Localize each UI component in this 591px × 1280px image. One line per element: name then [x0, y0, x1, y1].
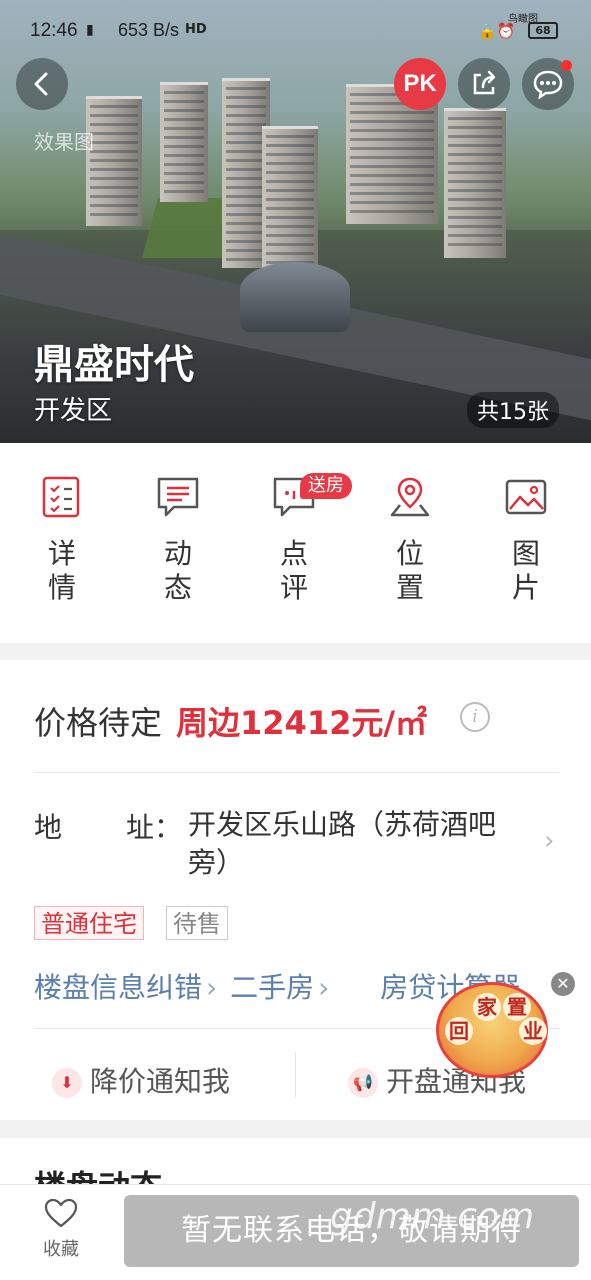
message-button[interactable] [522, 58, 574, 110]
status-bar: 12:46 ▮ 653 B/s HD 鸟瞰图 🔒⏰ 68 [0, 0, 591, 60]
address-value[interactable]: 开发区乐山路（苏荷酒吧旁） [188, 806, 533, 882]
nav-item-news[interactable]: 动态 [138, 475, 218, 605]
unread-dot [561, 60, 572, 71]
divider [295, 1052, 296, 1098]
hero-mall [240, 262, 350, 332]
price-label: 价格待定 [34, 704, 163, 742]
back-button[interactable] [16, 58, 68, 110]
share-icon [473, 70, 496, 95]
photo-count-badge[interactable]: 共15张 [467, 392, 559, 428]
home-purchase-promo[interactable]: 回 家 置 业 [436, 982, 548, 1078]
battery-icon: 68 [528, 22, 558, 39]
detail-list-icon [42, 476, 80, 518]
link-second-hand[interactable]: 二手房 [230, 971, 314, 1004]
tag-property-type: 普通住宅 [34, 906, 144, 940]
heart-icon [44, 1198, 78, 1228]
project-name: 鼎盛时代 [34, 342, 194, 388]
price-value: 周边12412元/㎡ [176, 704, 428, 742]
nav-label: 点评 [279, 537, 308, 604]
hd-icon: HD [185, 22, 207, 37]
hero-tower [262, 126, 318, 276]
link-info-correction[interactable]: 楼盘信息纠错 [34, 971, 202, 1004]
chat-bubble-icon [533, 70, 563, 99]
lock-alarm-icon: 🔒⏰ [478, 22, 516, 40]
divider [34, 772, 559, 773]
promo-badge: 送房 [300, 473, 352, 499]
chevron-right-icon[interactable]: › [544, 826, 554, 856]
price-drop-notify-button[interactable]: ⬇ 降价通知我 [52, 1060, 230, 1100]
status-time: 12:46 [30, 20, 78, 41]
nav-item-photos[interactable]: 图片 [486, 475, 566, 605]
image-icon [505, 479, 547, 515]
tag-sale-status: 待售 [166, 906, 228, 940]
nav-label: 图片 [511, 537, 540, 604]
megaphone-icon: 📢 [348, 1068, 378, 1098]
signal-icon: ▮ [86, 22, 94, 38]
hero-tower [86, 96, 142, 226]
location-pin-icon [390, 477, 430, 517]
watermark: gdmm.com [330, 1196, 535, 1237]
district-label: 开发区 [34, 396, 113, 426]
nav-label: 详情 [47, 537, 76, 604]
network-speed: 653 B/s [118, 20, 180, 40]
pk-compare-button[interactable]: PK [394, 58, 446, 110]
close-icon[interactable]: ✕ [551, 972, 575, 996]
quick-nav: 详情 动态 点评 位置 图片 送房 [0, 443, 591, 643]
chevron-right-icon: › [206, 971, 218, 1004]
address-label: 地址： [34, 811, 183, 844]
hero-image[interactable]: 12:46 ▮ 653 B/s HD 鸟瞰图 🔒⏰ 68 PK 效果图 鼎盛时代… [0, 0, 591, 443]
nav-item-location[interactable]: 位置 [370, 475, 450, 605]
nav-item-details[interactable]: 详情 [22, 475, 102, 605]
news-message-icon [157, 477, 199, 517]
chevron-right-icon: › [318, 971, 330, 1004]
favorite-label: 收藏 [43, 1239, 79, 1260]
price-down-icon: ⬇ [52, 1068, 82, 1098]
chevron-left-icon [34, 72, 48, 96]
hero-tower [444, 108, 506, 258]
effect-image-label: 效果图 [34, 130, 94, 154]
info-icon[interactable]: i [460, 702, 490, 732]
nav-label: 动态 [163, 537, 192, 604]
favorite-button[interactable]: 收藏 [28, 1197, 94, 1261]
share-button[interactable] [458, 58, 510, 110]
nav-label: 位置 [395, 537, 424, 604]
price-row: 价格待定 周边12412元/㎡ [34, 698, 427, 744]
hero-tower [160, 82, 208, 202]
